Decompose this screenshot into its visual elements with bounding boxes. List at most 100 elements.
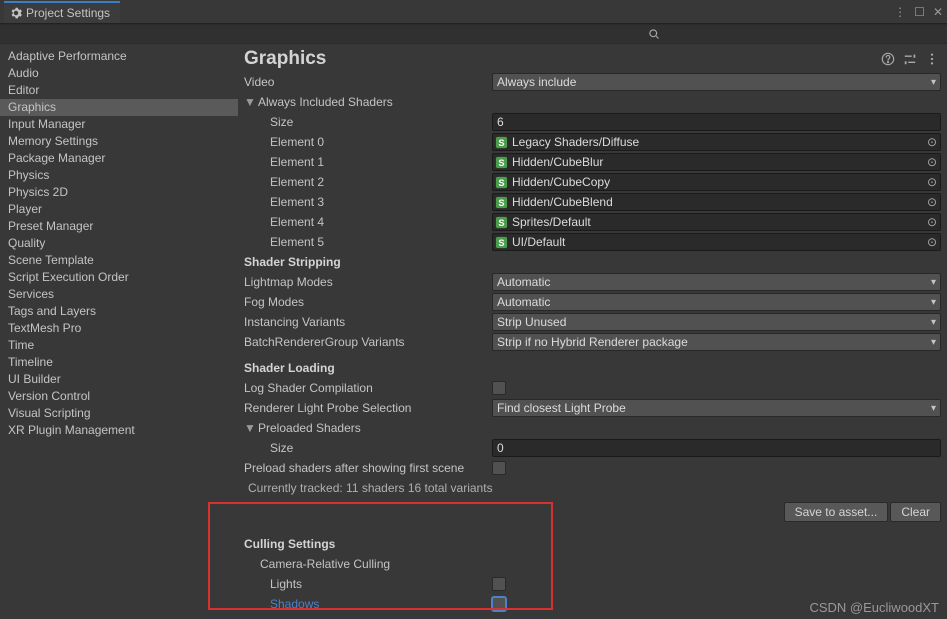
sidebar-item-visual-scripting[interactable]: Visual Scripting (0, 405, 238, 422)
window-close-icon[interactable]: ✕ (933, 5, 943, 19)
sidebar-item-input-manager[interactable]: Input Manager (0, 116, 238, 133)
window-tab[interactable]: Project Settings (4, 1, 120, 23)
sidebar-item-timeline[interactable]: Timeline (0, 354, 238, 371)
shader-element-0-label: Element 0 (244, 135, 492, 149)
log-shader-compilation-checkbox[interactable] (492, 381, 506, 395)
shader-asset-icon: S (495, 156, 508, 169)
brg-variants-label: BatchRendererGroup Variants (244, 335, 492, 349)
page-title: Graphics (244, 48, 326, 70)
sidebar-item-preset-manager[interactable]: Preset Manager (0, 218, 238, 235)
project-settings-window: Project Settings ⋮ ☐ ✕ Adaptive Performa… (0, 0, 947, 619)
preloaded-size-field[interactable]: 0 (492, 439, 941, 457)
shader-element-5-label: Element 5 (244, 235, 492, 249)
sidebar-item-services[interactable]: Services (0, 286, 238, 303)
sidebar-item-physics-2d[interactable]: Physics 2D (0, 184, 238, 201)
clear-button[interactable]: Clear (890, 502, 941, 522)
search-input[interactable] (664, 25, 943, 43)
log-shader-compilation-label: Log Shader Compilation (244, 381, 492, 395)
search-icon (648, 28, 660, 40)
fog-modes-dropdown[interactable]: Automatic (492, 293, 941, 311)
shader-element-4-value: Sprites/Default (512, 215, 591, 229)
svg-text:S: S (498, 158, 504, 168)
sidebar-item-tags-and-layers[interactable]: Tags and Layers (0, 303, 238, 320)
shader-asset-icon: S (495, 196, 508, 209)
shader-element-4-field[interactable]: S Sprites/Default (492, 213, 941, 231)
culling-shadows-label: Shadows (244, 597, 492, 611)
svg-text:S: S (498, 138, 504, 148)
sidebar-item-player[interactable]: Player (0, 201, 238, 218)
watermark: CSDN @EucliwoodXT (809, 600, 939, 615)
tracked-shaders-text: Currently tracked: 11 shaders 16 total v… (244, 481, 493, 495)
video-dropdown[interactable]: Always include (492, 73, 941, 91)
sidebar-item-textmesh-pro[interactable]: TextMesh Pro (0, 320, 238, 337)
body: Adaptive PerformanceAudioEditorGraphicsI… (0, 44, 947, 619)
settings-icon[interactable] (903, 52, 917, 66)
shader-element-2-field[interactable]: S Hidden/CubeCopy (492, 173, 941, 191)
sidebar-item-audio[interactable]: Audio (0, 65, 238, 82)
lightmap-modes-dropdown[interactable]: Automatic (492, 273, 941, 291)
shader-element-0-field[interactable]: S Legacy Shaders/Diffuse (492, 133, 941, 151)
light-probe-selection-label: Renderer Light Probe Selection (244, 401, 492, 415)
window-menu-icon[interactable]: ⋮ (894, 5, 906, 19)
culling-lights-checkbox[interactable] (492, 577, 506, 591)
window-controls: ⋮ ☐ ✕ (894, 0, 943, 24)
brg-variants-dropdown[interactable]: Strip if no Hybrid Renderer package (492, 333, 941, 351)
sidebar-item-memory-settings[interactable]: Memory Settings (0, 133, 238, 150)
shader-size-label: Size (244, 115, 492, 129)
shader-element-1-field[interactable]: S Hidden/CubeBlur (492, 153, 941, 171)
preload-after-scene-checkbox[interactable] (492, 461, 506, 475)
preload-after-scene-label: Preload shaders after showing first scen… (244, 461, 492, 475)
menu-icon[interactable] (925, 52, 939, 66)
foldout-icon: ▼ (244, 95, 256, 109)
titlebar: Project Settings ⋮ ☐ ✕ (0, 0, 947, 24)
sidebar-item-physics[interactable]: Physics (0, 167, 238, 184)
main-panel: Graphics Video Always include ▼Always In… (238, 44, 947, 619)
sidebar-item-graphics[interactable]: Graphics (0, 99, 238, 116)
sidebar-item-time[interactable]: Time (0, 337, 238, 354)
light-probe-selection-dropdown[interactable]: Find closest Light Probe (492, 399, 941, 417)
preloaded-shaders-foldout[interactable]: ▼Preloaded Shaders (244, 421, 492, 435)
shader-stripping-header: Shader Stripping (244, 252, 941, 272)
sidebar-item-scene-template[interactable]: Scene Template (0, 252, 238, 269)
sidebar[interactable]: Adaptive PerformanceAudioEditorGraphicsI… (0, 44, 238, 619)
culling-shadows-checkbox[interactable] (492, 597, 506, 611)
camera-relative-culling-label: Camera-Relative Culling (244, 557, 492, 571)
instancing-variants-label: Instancing Variants (244, 315, 492, 329)
save-to-asset-button[interactable]: Save to asset... (784, 502, 889, 522)
shader-element-3-field[interactable]: S Hidden/CubeBlend (492, 193, 941, 211)
shader-element-5-field[interactable]: SUI/Default (492, 233, 941, 251)
shader-loading-header: Shader Loading (244, 358, 941, 378)
main-header: Graphics (244, 48, 941, 70)
sidebar-item-quality[interactable]: Quality (0, 235, 238, 252)
search-bar (0, 24, 947, 44)
sidebar-item-ui-builder[interactable]: UI Builder (0, 371, 238, 388)
shader-element-3-value: Hidden/CubeBlend (512, 195, 613, 209)
shader-element-1-value: Hidden/CubeBlur (512, 155, 603, 169)
instancing-variants-dropdown[interactable]: Strip Unused (492, 313, 941, 331)
window-maximize-icon[interactable]: ☐ (914, 5, 925, 19)
shader-element-0-value: Legacy Shaders/Diffuse (512, 135, 639, 149)
sidebar-item-xr-plugin-management[interactable]: XR Plugin Management (0, 422, 238, 439)
sidebar-item-editor[interactable]: Editor (0, 82, 238, 99)
shader-asset-icon: S (495, 216, 508, 229)
help-icon[interactable] (881, 52, 895, 66)
shader-asset-icon: S (495, 176, 508, 189)
svg-text:S: S (498, 178, 504, 188)
svg-text:S: S (498, 198, 504, 208)
window-title: Project Settings (26, 6, 110, 20)
svg-text:S: S (498, 238, 504, 248)
shader-element-1-label: Element 1 (244, 155, 492, 169)
culling-lights-label: Lights (244, 577, 492, 591)
sidebar-item-script-execution-order[interactable]: Script Execution Order (0, 269, 238, 286)
culling-settings-header: Culling Settings (244, 534, 941, 554)
preloaded-size-label: Size (244, 441, 492, 455)
sidebar-item-package-manager[interactable]: Package Manager (0, 150, 238, 167)
always-included-shaders-foldout[interactable]: ▼Always Included Shaders (244, 95, 492, 109)
shader-element-2-value: Hidden/CubeCopy (512, 175, 610, 189)
sidebar-item-adaptive-performance[interactable]: Adaptive Performance (0, 48, 238, 65)
shader-size-field[interactable]: 6 (492, 113, 941, 131)
svg-text:S: S (498, 218, 504, 228)
sidebar-item-version-control[interactable]: Version Control (0, 388, 238, 405)
shader-asset-icon: S (495, 136, 508, 149)
inspector-content: Video Always include ▼Always Included Sh… (244, 70, 941, 619)
